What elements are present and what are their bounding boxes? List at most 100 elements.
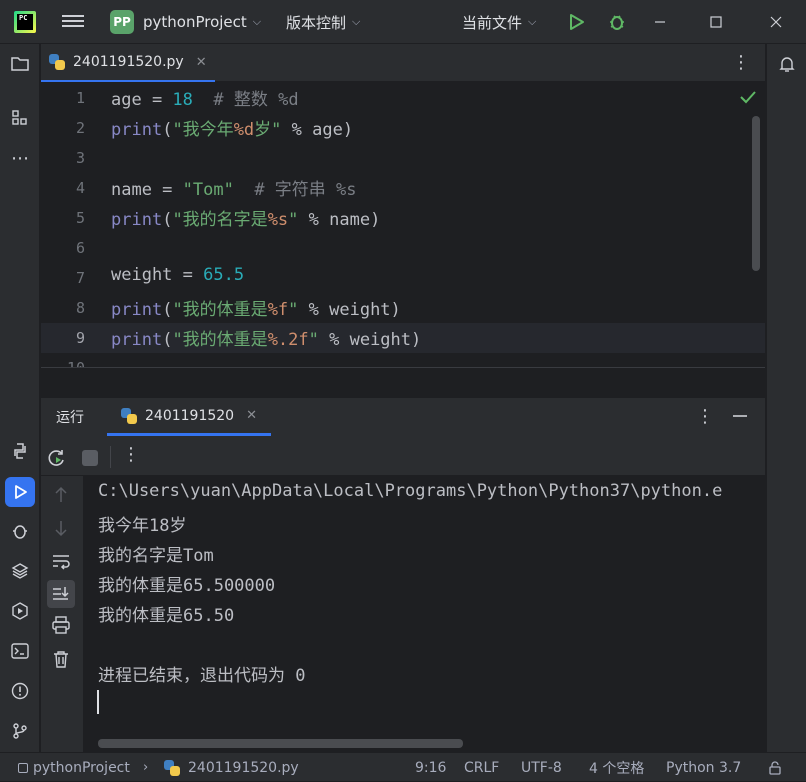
console-line: 我的名字是Tom bbox=[98, 546, 214, 566]
code-token: %s bbox=[267, 210, 289, 230]
hide-panel-button[interactable] bbox=[731, 406, 751, 428]
no-problems-check-icon[interactable] bbox=[739, 89, 757, 109]
code-token: % name) bbox=[298, 210, 381, 230]
vcs-tool-button[interactable] bbox=[8, 719, 32, 743]
more-tools-icon[interactable]: ⋯ bbox=[8, 146, 32, 170]
problems-icon bbox=[11, 682, 29, 700]
project-selector[interactable]: pythonProject ⌵ bbox=[143, 0, 261, 44]
code-token: 岁" bbox=[254, 120, 282, 140]
code-token: %f bbox=[267, 300, 289, 320]
title-bar: PC PP pythonProject ⌵ 版本控制 ⌵ 当前文件 ⌵ bbox=[0, 0, 806, 44]
stop-button[interactable] bbox=[82, 450, 98, 466]
code-token: name = bbox=[111, 180, 183, 200]
code-token: " bbox=[308, 330, 319, 350]
problems-tool-button[interactable] bbox=[8, 679, 32, 703]
terminal-tool-button[interactable] bbox=[8, 639, 32, 663]
caret-position[interactable]: 9:16 bbox=[415, 753, 446, 782]
debug-tool-button[interactable] bbox=[8, 519, 32, 543]
run-config-label: 当前文件 bbox=[462, 13, 523, 32]
code-token: print bbox=[111, 330, 163, 350]
python-file-icon bbox=[121, 407, 137, 424]
wrap-icon bbox=[53, 555, 70, 570]
maximize-button[interactable] bbox=[706, 0, 726, 44]
scroll-up-button[interactable] bbox=[53, 486, 69, 508]
code-editor[interactable]: 1 age = 18 # 整数 %d 2 print("我今年%d岁" % age) 3… bbox=[41, 83, 765, 367]
project-badge[interactable]: PP bbox=[110, 10, 134, 34]
code-token: "我的体重是 bbox=[172, 330, 268, 350]
code-token: %d bbox=[233, 120, 255, 140]
line-number: 5 bbox=[75, 209, 85, 227]
code-token: print bbox=[111, 120, 163, 140]
run-console-output[interactable]: C:\Users\yuan\AppData\Local\Programs\Pyt… bbox=[83, 476, 765, 752]
code-token: ( bbox=[162, 120, 173, 140]
scroll-down-button[interactable] bbox=[53, 519, 69, 541]
line-number: 4 bbox=[75, 179, 85, 197]
code-token: " bbox=[288, 300, 299, 320]
breadcrumb-project[interactable]: pythonProject bbox=[18, 753, 130, 782]
python-packages-button[interactable] bbox=[8, 559, 32, 583]
python-interpreter[interactable]: Python 3.7 bbox=[666, 753, 741, 782]
panel-splitter[interactable] bbox=[41, 367, 765, 399]
notifications-button[interactable] bbox=[775, 52, 799, 76]
run-tool-button[interactable] bbox=[5, 477, 35, 507]
structure-tool-button[interactable] bbox=[8, 106, 32, 130]
line-number: 9 bbox=[75, 329, 85, 347]
console-line: 我今年18岁 bbox=[98, 516, 187, 536]
project-name: pythonProject bbox=[143, 13, 247, 31]
tab-options-icon[interactable]: ⋮ bbox=[731, 52, 751, 74]
line-number: 3 bbox=[75, 149, 85, 167]
services-tool-button[interactable] bbox=[8, 599, 32, 623]
line-number: 2 bbox=[75, 119, 85, 137]
line-number: 1 bbox=[75, 89, 85, 107]
close-tab-icon[interactable]: ✕ bbox=[246, 408, 257, 423]
code-token: print bbox=[111, 210, 163, 230]
soft-wrap-button[interactable] bbox=[51, 552, 71, 574]
project-tool-button[interactable] bbox=[8, 52, 32, 76]
python-console-button[interactable] bbox=[8, 439, 32, 463]
code-token: % age) bbox=[281, 120, 354, 140]
breadcrumb-file[interactable]: 2401191520.py bbox=[164, 753, 299, 782]
run-tab[interactable]: 2401191520 ✕ bbox=[107, 398, 271, 436]
run-button[interactable] bbox=[565, 11, 587, 33]
console-horizontal-scrollbar[interactable] bbox=[98, 739, 463, 748]
run-config-selector[interactable]: 当前文件 ⌵ bbox=[462, 0, 536, 44]
minimize-button[interactable] bbox=[650, 0, 670, 44]
clear-all-button[interactable] bbox=[52, 650, 70, 672]
module-icon bbox=[18, 762, 28, 773]
print-button[interactable] bbox=[51, 616, 71, 638]
status-bar: pythonProject › 2401191520.py 9:16 CRLF … bbox=[0, 752, 806, 781]
code-line: print("我的体重是%.2f" % weight) bbox=[111, 325, 421, 350]
code-token: ( bbox=[162, 330, 173, 350]
editor-tab-file[interactable]: 2401191520.py ✕ bbox=[41, 44, 215, 82]
debug-button[interactable] bbox=[606, 11, 628, 33]
code-line: print("我今年%d岁" % age) bbox=[111, 115, 353, 140]
code-token: " bbox=[288, 210, 299, 230]
close-window-button[interactable] bbox=[766, 0, 786, 44]
code-token: age = bbox=[111, 90, 173, 110]
line-separator[interactable]: CRLF bbox=[464, 753, 499, 782]
more-actions-icon[interactable]: ⋮ bbox=[122, 444, 140, 468]
run-options-icon[interactable]: ⋮ bbox=[696, 406, 714, 428]
editor-vertical-scrollbar[interactable] bbox=[752, 116, 760, 271]
rerun-icon bbox=[48, 450, 64, 466]
scroll-to-end-button[interactable] bbox=[47, 580, 75, 608]
main-menu-icon[interactable] bbox=[62, 12, 84, 32]
pycharm-logo[interactable]: PC bbox=[14, 11, 36, 33]
services-icon bbox=[12, 602, 28, 620]
run-tab-label: 2401191520 bbox=[145, 407, 235, 424]
code-line: print("我的名字是%s" % name) bbox=[111, 205, 380, 230]
python-file-icon bbox=[164, 759, 180, 776]
code-token: "我今年 bbox=[172, 120, 234, 140]
trash-icon bbox=[54, 651, 68, 668]
bug-icon bbox=[13, 525, 27, 539]
indent-setting[interactable]: 4 个空格 bbox=[589, 753, 644, 782]
bug-icon bbox=[610, 15, 624, 30]
file-encoding[interactable]: UTF-8 bbox=[521, 753, 562, 782]
code-token: ( bbox=[162, 210, 173, 230]
close-tab-icon[interactable]: ✕ bbox=[196, 55, 207, 70]
vcs-menu[interactable]: 版本控制 ⌵ bbox=[286, 0, 360, 44]
rerun-button[interactable] bbox=[47, 448, 67, 468]
right-tool-bar bbox=[766, 44, 806, 752]
chevron-down-icon: ⌵ bbox=[528, 15, 537, 28]
lock-button[interactable] bbox=[768, 753, 782, 782]
